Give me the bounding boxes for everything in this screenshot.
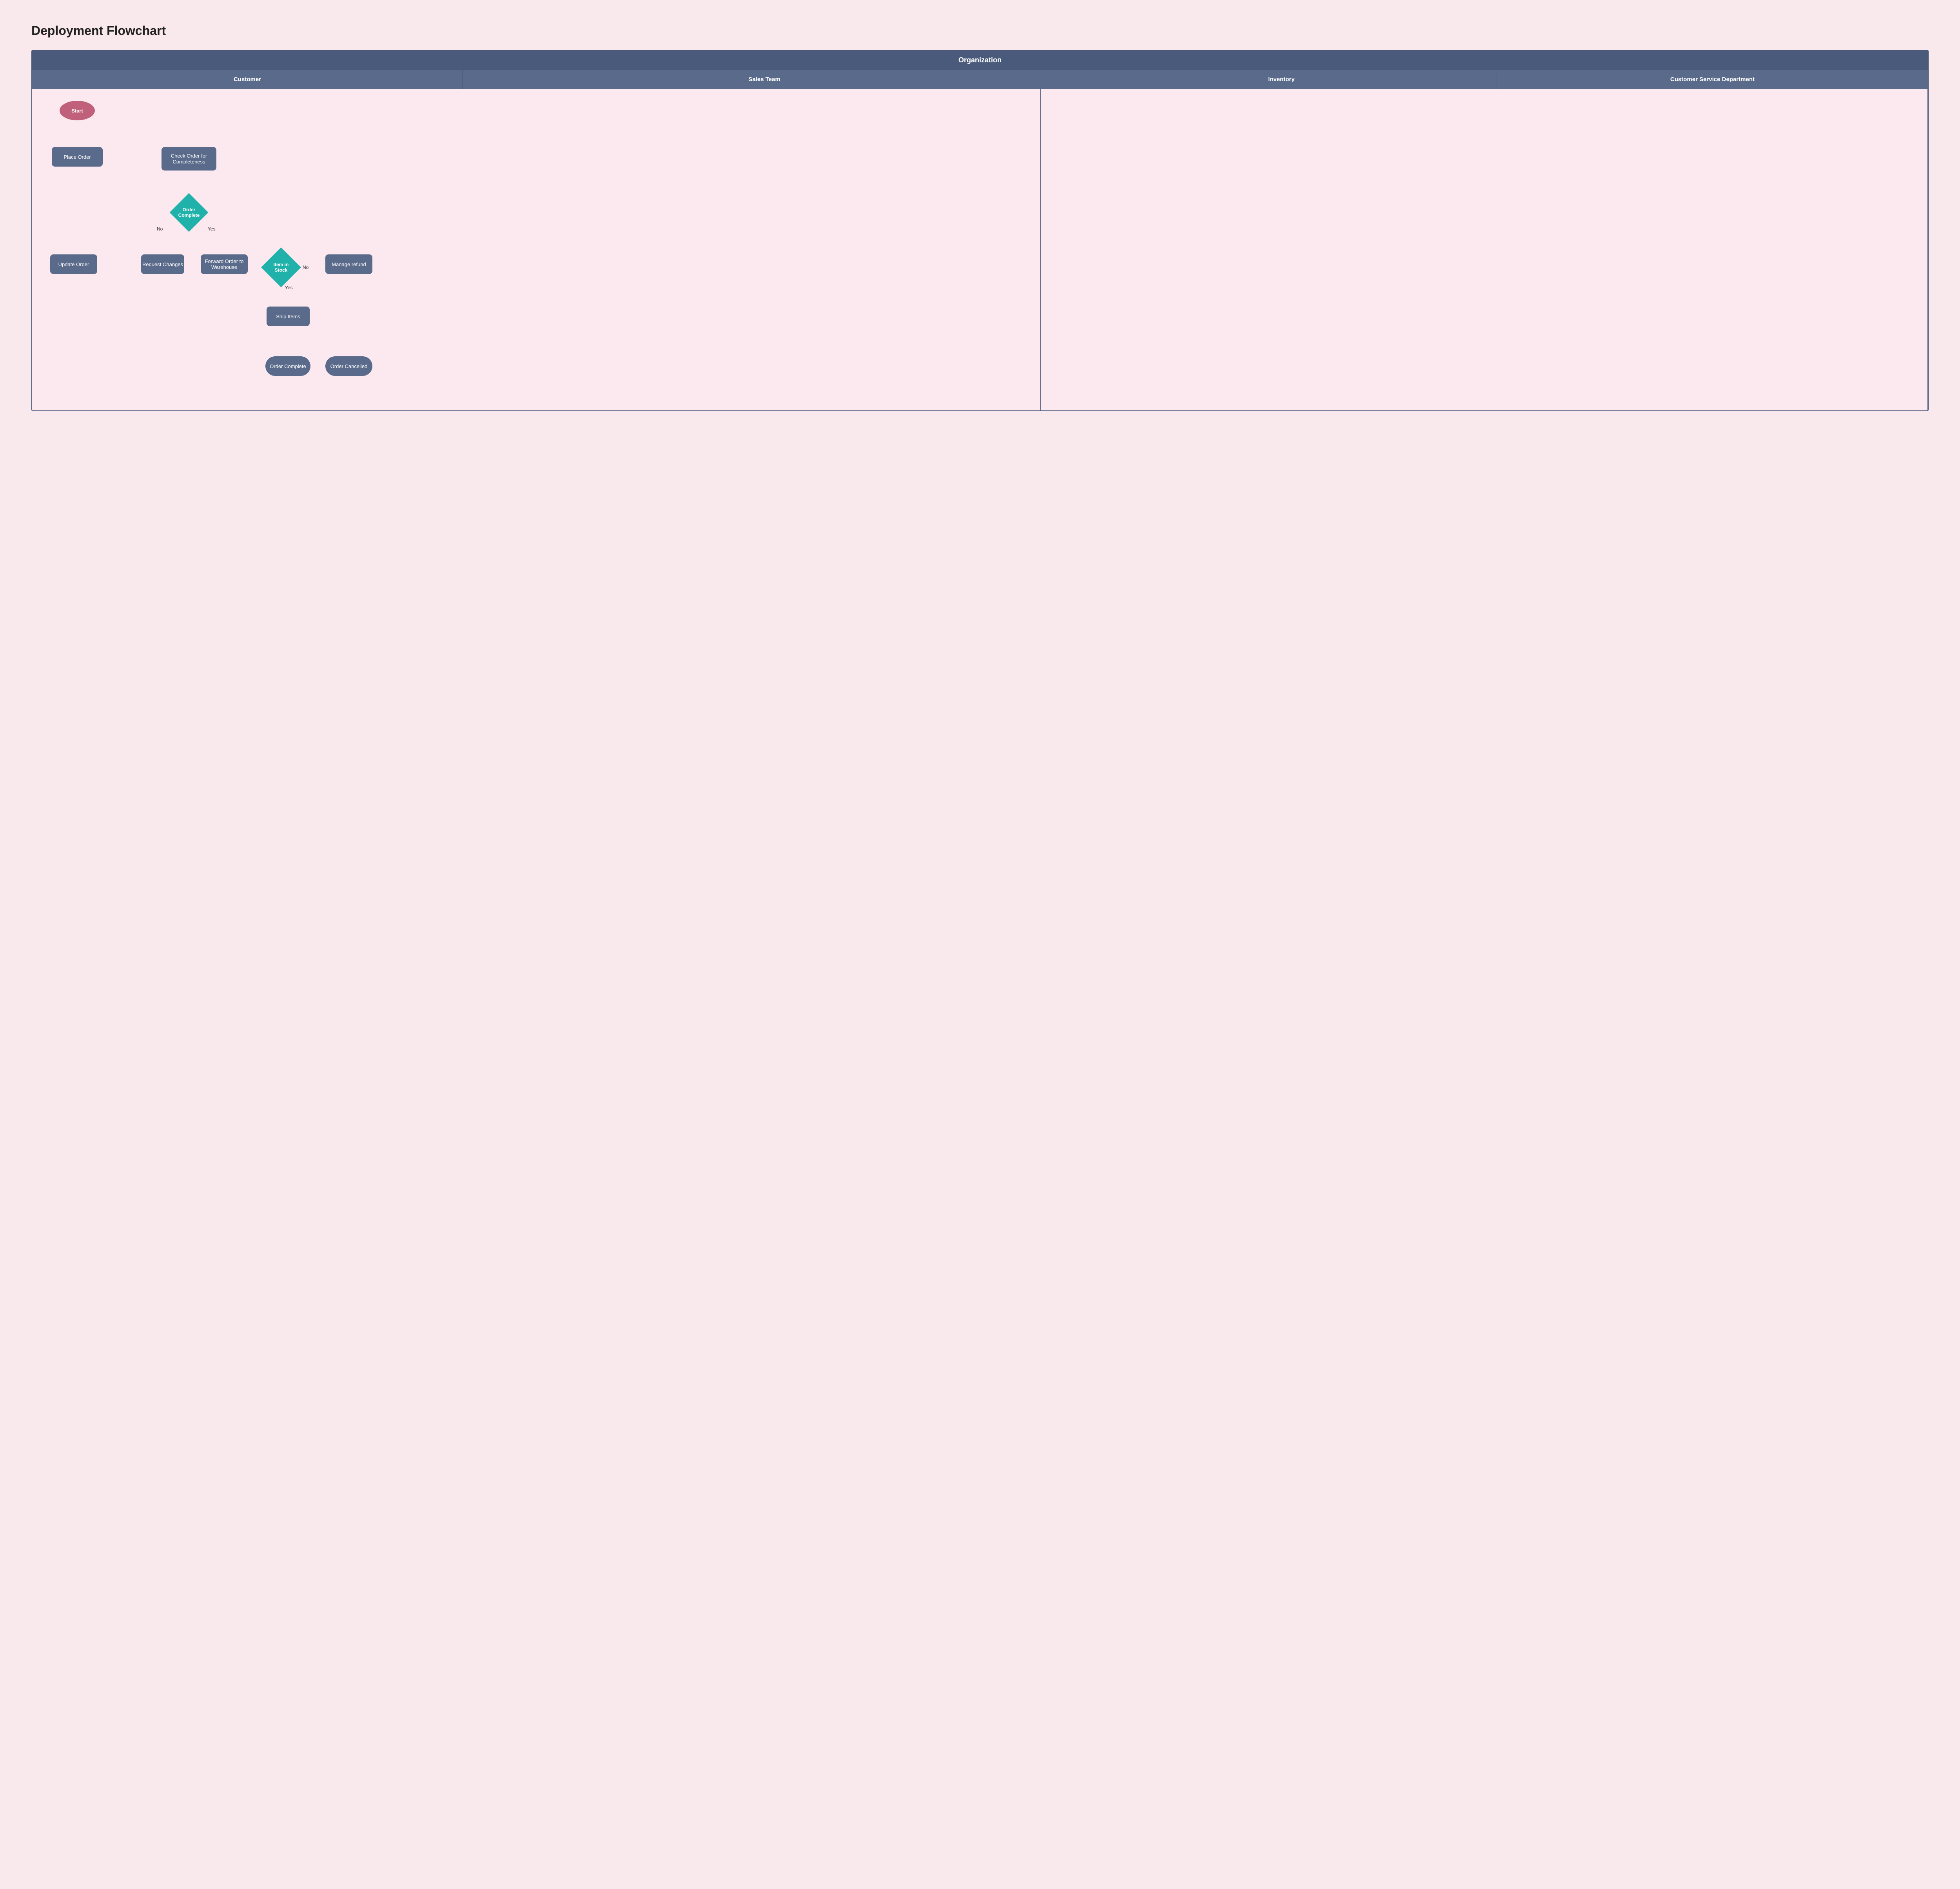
item-in-stock-diamond: Item in Stock — [265, 252, 297, 283]
request-changes-label: Request Changes — [142, 261, 183, 267]
manage-refund-label: Manage refund — [332, 261, 366, 267]
col-header-inventory: Inventory — [1066, 70, 1497, 89]
col-body-sales — [453, 89, 1041, 410]
forward-order-shape: Forward Order to Warehouse — [201, 254, 248, 274]
no-label-1: No — [157, 226, 163, 232]
col-header-csd: Customer Service Department — [1497, 70, 1928, 89]
check-order-label: Check Order for Completeness — [162, 153, 216, 165]
place-order-label: Place Order — [64, 154, 91, 160]
forward-order-label: Forward Order to Warehouse — [201, 258, 248, 270]
order-complete-diamond: Order Complete — [173, 197, 205, 228]
flowchart-container: Organization Customer Sales Team Invento… — [31, 50, 1929, 411]
order-complete-end-label: Order Complete — [270, 363, 306, 369]
request-changes-shape: Request Changes — [141, 254, 184, 274]
check-order-shape: Check Order for Completeness — [162, 147, 216, 171]
item-in-stock-label: Item in Stock — [267, 262, 295, 273]
columns-header: Customer Sales Team Inventory Customer S… — [32, 70, 1928, 89]
ship-items-label: Ship Items — [276, 314, 300, 319]
place-order-shape: Place Order — [52, 147, 103, 167]
yes-label-1: Yes — [208, 226, 216, 232]
manage-refund-shape: Manage refund — [325, 254, 372, 274]
yes-label-2: Yes — [285, 285, 293, 290]
col-body-customer — [32, 89, 453, 410]
order-cancelled-shape: Order Cancelled — [325, 356, 372, 376]
ship-items-shape: Ship Items — [267, 307, 310, 326]
start-shape: Start — [60, 101, 95, 120]
col-body-inventory — [1041, 89, 1465, 410]
update-order-label: Update Order — [58, 261, 89, 267]
start-label: Start — [71, 108, 83, 114]
org-header: Organization — [32, 51, 1928, 70]
update-order-shape: Update Order — [50, 254, 97, 274]
col-body-csd — [1465, 89, 1928, 410]
order-complete-end-shape: Order Complete — [265, 356, 310, 376]
col-header-customer: Customer — [32, 70, 463, 89]
page-title: Deployment Flowchart — [31, 24, 1929, 38]
order-complete-diamond-label: Order Complete — [175, 207, 203, 218]
order-cancelled-label: Order Cancelled — [330, 363, 368, 369]
no-label-2: No — [303, 265, 309, 270]
columns-body: Start Place Order Check Order for Comple… — [32, 89, 1928, 410]
col-header-sales: Sales Team — [463, 70, 1066, 89]
